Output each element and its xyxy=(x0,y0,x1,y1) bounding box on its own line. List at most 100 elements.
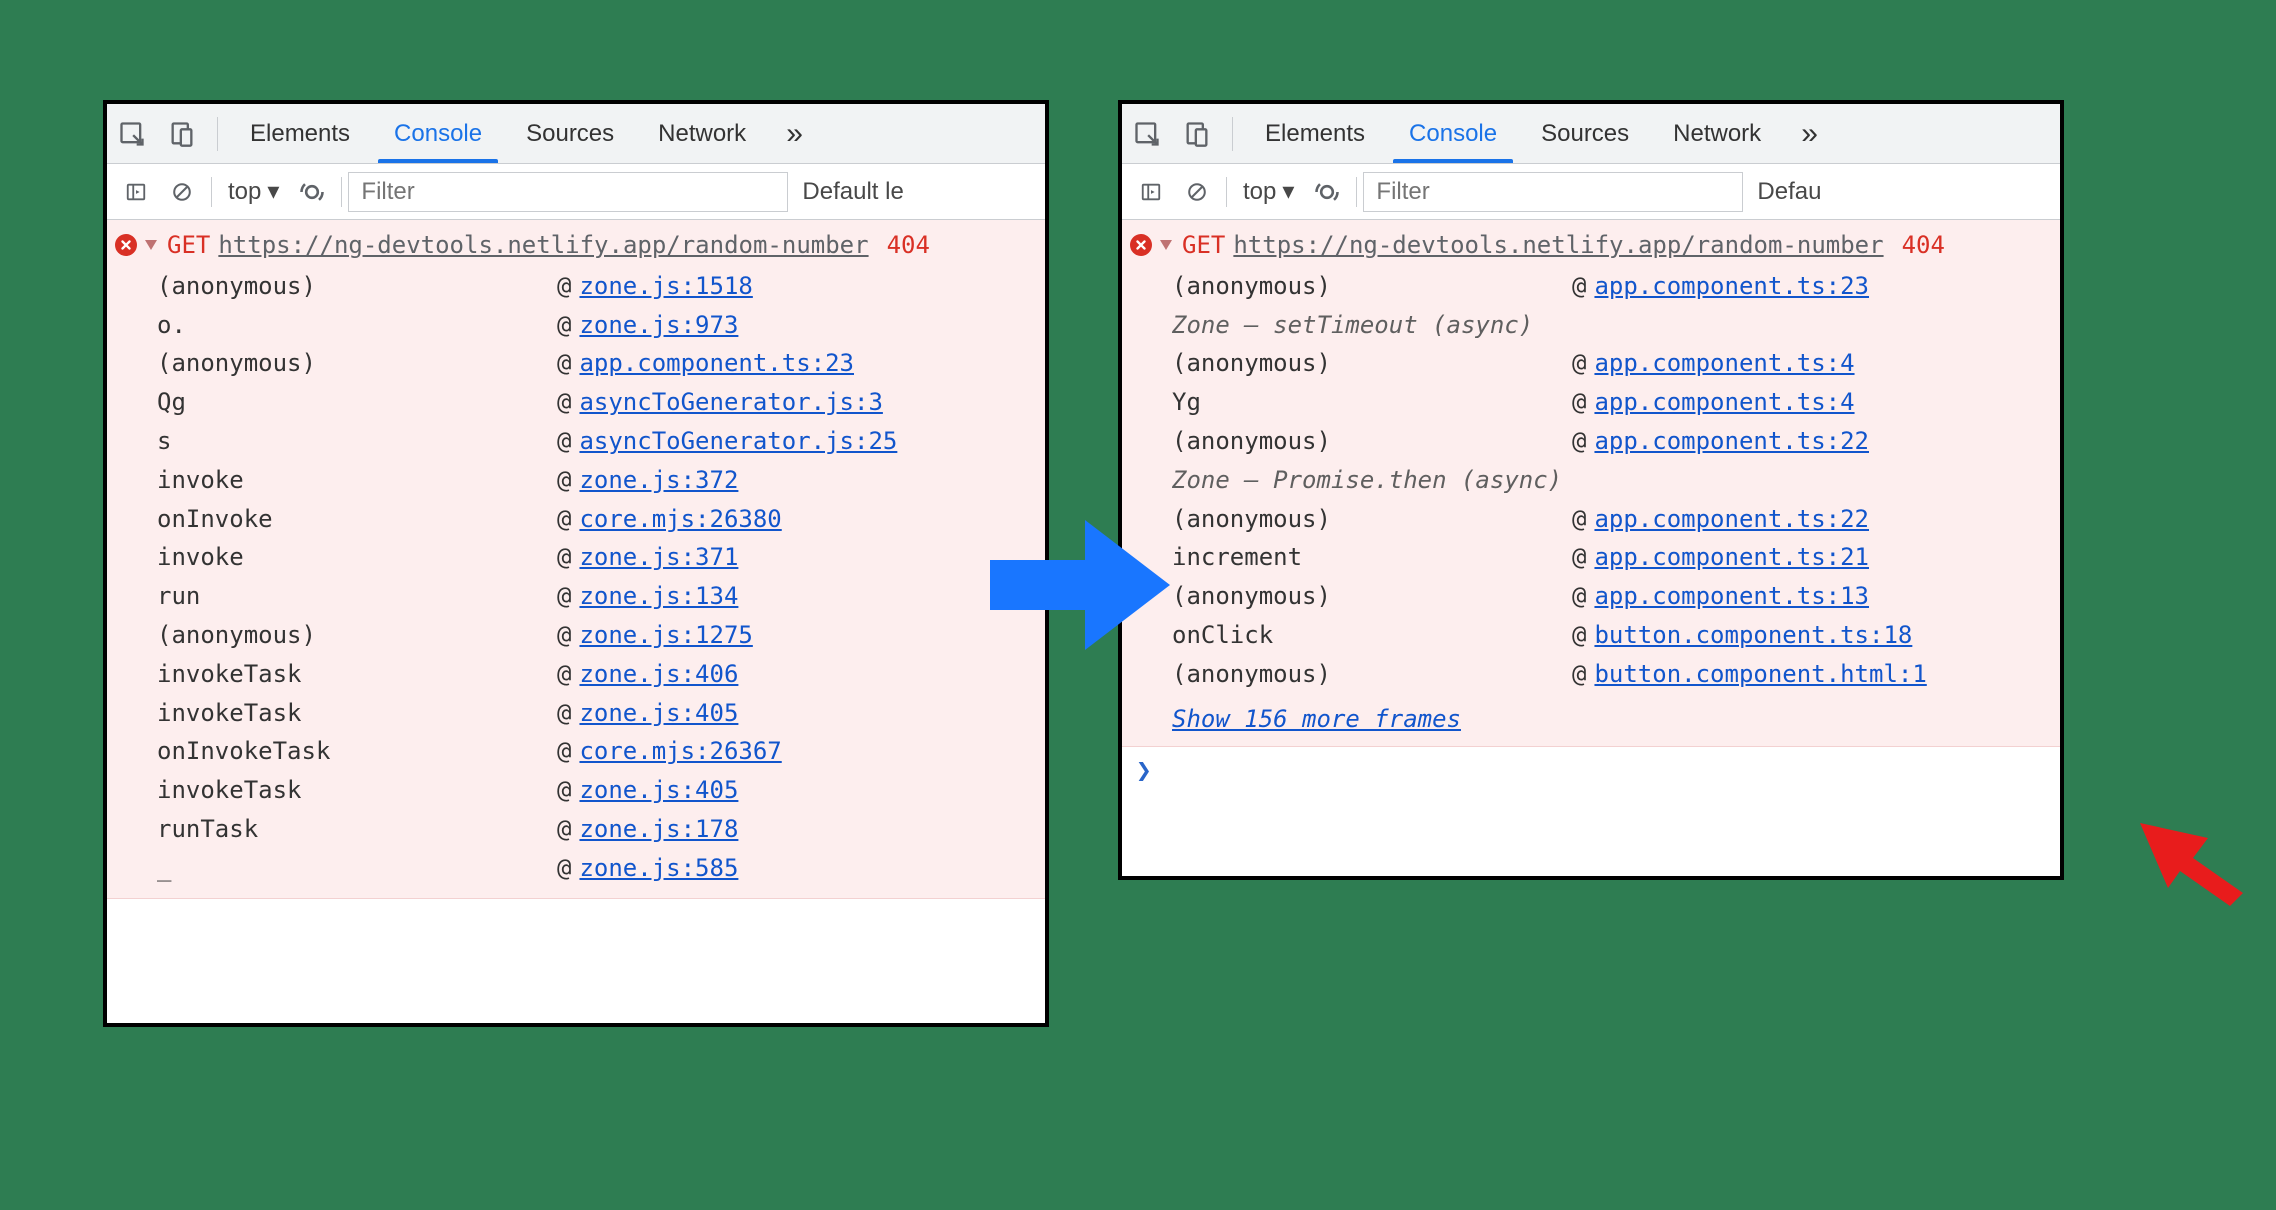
sidebar-toggle-icon[interactable] xyxy=(1128,172,1174,212)
frame-source-link[interactable]: asyncToGenerator.js:25 xyxy=(579,424,897,459)
clear-console-icon[interactable] xyxy=(159,172,205,212)
frame-function: (anonymous) xyxy=(1172,269,1572,304)
request-url[interactable]: https://ng-devtools.netlify.app/random-n… xyxy=(1233,228,1883,263)
at-symbol: @ xyxy=(1572,502,1586,537)
frame-source-link[interactable]: app.component.ts:22 xyxy=(1594,502,1869,537)
tab-network[interactable]: Network xyxy=(636,104,768,163)
frame-source-link[interactable]: core.mjs:26367 xyxy=(579,734,781,769)
tab-sources[interactable]: Sources xyxy=(504,104,636,163)
tab-sources[interactable]: Sources xyxy=(1519,104,1651,163)
frame-function: (anonymous) xyxy=(157,269,557,304)
frame-source-link[interactable]: zone.js:405 xyxy=(579,696,738,731)
frame-source-link[interactable]: zone.js:973 xyxy=(579,308,738,343)
tab-network[interactable]: Network xyxy=(1651,104,1783,163)
more-tabs-button[interactable]: » xyxy=(768,117,821,151)
frame-source-link[interactable]: core.mjs:26380 xyxy=(579,502,781,537)
frame-source-link[interactable]: zone.js:134 xyxy=(579,579,738,614)
frame-source-link[interactable]: zone.js:178 xyxy=(579,812,738,847)
console-output: GET https://ng-devtools.netlify.app/rand… xyxy=(107,220,1045,899)
frame-function: run xyxy=(157,579,557,614)
tab-console[interactable]: Console xyxy=(1387,104,1519,163)
console-output: GET https://ng-devtools.netlify.app/rand… xyxy=(1122,220,2060,795)
stack-frame: (anonymous)@app.component.ts:4 xyxy=(1122,344,2060,383)
log-level-selector[interactable]: Default le xyxy=(788,178,903,206)
tab-label: Elements xyxy=(250,120,350,148)
frame-source-link[interactable]: app.component.ts:21 xyxy=(1594,540,1869,575)
device-toggle-icon[interactable] xyxy=(1172,120,1222,148)
context-selector[interactable]: top ▾ xyxy=(218,177,289,206)
tab-label: Network xyxy=(1673,120,1761,148)
prompt-caret-icon: ❯ xyxy=(1136,753,1152,791)
live-expression-icon[interactable] xyxy=(1304,172,1350,212)
stack-frame: (anonymous)@app.component.ts:23 xyxy=(107,344,1045,383)
async-boundary: Zone — setTimeout (async) xyxy=(1122,306,2060,345)
frame-function: invokeTask xyxy=(157,696,557,731)
frame-source-link[interactable]: zone.js:372 xyxy=(579,463,738,498)
separator xyxy=(1226,177,1227,207)
chevron-down-icon: ▾ xyxy=(267,177,279,206)
at-symbol: @ xyxy=(557,734,571,769)
at-symbol: @ xyxy=(557,269,571,304)
tab-label: Sources xyxy=(526,120,614,148)
frame-source-link[interactable]: app.component.ts:23 xyxy=(579,346,854,381)
frame-function: onClick xyxy=(1172,618,1572,653)
inspect-icon[interactable] xyxy=(107,120,157,148)
live-expression-icon[interactable] xyxy=(289,172,335,212)
frame-function: invokeTask xyxy=(157,773,557,808)
filter-input[interactable] xyxy=(348,172,788,212)
console-toolbar: top ▾ Defau xyxy=(1122,164,2060,220)
tab-console[interactable]: Console xyxy=(372,104,504,163)
frame-function: onInvoke xyxy=(157,502,557,537)
context-label: top xyxy=(228,178,261,206)
at-symbol: @ xyxy=(557,463,571,498)
frame-function: (anonymous) xyxy=(1172,579,1572,614)
disclosure-triangle-icon[interactable] xyxy=(1160,240,1172,250)
log-level-selector[interactable]: Defau xyxy=(1743,178,1821,206)
show-more-frames-link[interactable]: Show 156 more frames xyxy=(1122,698,2060,741)
console-prompt[interactable]: ❯ xyxy=(1122,747,2060,795)
devtools-panel-left: Elements Console Sources Network » top ▾ xyxy=(103,100,1049,1027)
clear-console-icon[interactable] xyxy=(1174,172,1220,212)
filter-input[interactable] xyxy=(1363,172,1743,212)
frame-function: invokeTask xyxy=(157,657,557,692)
request-url[interactable]: https://ng-devtools.netlify.app/random-n… xyxy=(218,228,868,263)
frame-source-link[interactable]: app.component.ts:13 xyxy=(1594,579,1869,614)
tab-elements[interactable]: Elements xyxy=(1243,104,1387,163)
stack-frame: (anonymous)@button.component.html:1 xyxy=(1122,655,2060,694)
context-selector[interactable]: top ▾ xyxy=(1233,177,1304,206)
separator xyxy=(1356,177,1357,207)
frame-source-link[interactable]: zone.js:1518 xyxy=(579,269,752,304)
stack-frame: s@asyncToGenerator.js:25 xyxy=(107,422,1045,461)
inspect-icon[interactable] xyxy=(1122,120,1172,148)
tab-elements[interactable]: Elements xyxy=(228,104,372,163)
error-header[interactable]: GET https://ng-devtools.netlify.app/rand… xyxy=(1122,226,2060,265)
frame-source-link[interactable]: zone.js:371 xyxy=(579,540,738,575)
frame-function: Qg xyxy=(157,385,557,420)
at-symbol: @ xyxy=(557,657,571,692)
frame-source-link[interactable]: button.component.ts:18 xyxy=(1594,618,1912,653)
frame-source-link[interactable]: app.component.ts:4 xyxy=(1594,385,1854,420)
http-status: 404 xyxy=(887,228,930,263)
context-label: top xyxy=(1243,178,1276,206)
frame-source-link[interactable]: zone.js:1275 xyxy=(579,618,752,653)
stack-trace: (anonymous) @ app.component.ts:23Zone — se… xyxy=(1122,265,2060,698)
at-symbol: @ xyxy=(557,308,571,343)
stack-frame: o.@zone.js:973 xyxy=(107,306,1045,345)
frame-source-link[interactable]: zone.js:585 xyxy=(579,851,738,886)
sidebar-toggle-icon[interactable] xyxy=(113,172,159,212)
frame-source-link[interactable]: zone.js:406 xyxy=(579,657,738,692)
separator xyxy=(341,177,342,207)
frame-source-link[interactable]: asyncToGenerator.js:3 xyxy=(579,385,882,420)
frame-source-link[interactable]: app.component.ts:22 xyxy=(1594,424,1869,459)
frame-function: (anonymous) xyxy=(1172,424,1572,459)
disclosure-triangle-icon[interactable] xyxy=(145,240,157,250)
stack-frame: run@zone.js:134 xyxy=(107,577,1045,616)
device-toggle-icon[interactable] xyxy=(157,120,207,148)
more-tabs-button[interactable]: » xyxy=(1783,117,1836,151)
frame-source-link[interactable]: app.component.ts:4 xyxy=(1594,346,1854,381)
stack-frame: (anonymous)@app.component.ts:22 xyxy=(1122,500,2060,539)
frame-source-link[interactable]: zone.js:405 xyxy=(579,773,738,808)
frame-source-link[interactable]: app.component.ts:23 xyxy=(1594,269,1869,304)
frame-source-link[interactable]: button.component.html:1 xyxy=(1594,657,1926,692)
error-header[interactable]: GET https://ng-devtools.netlify.app/rand… xyxy=(107,226,1045,265)
